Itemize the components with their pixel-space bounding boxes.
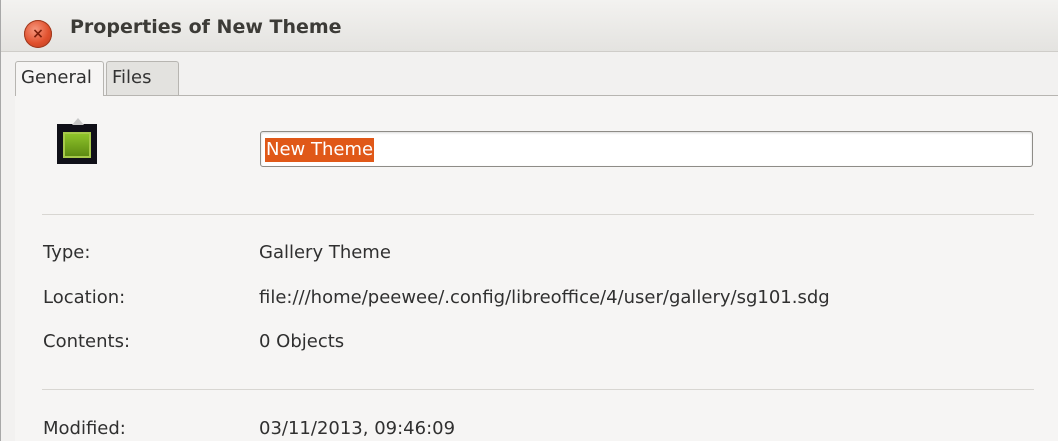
window-title: Properties of New Theme — [70, 16, 342, 38]
properties-dialog: × Properties of New Theme General Files … — [0, 0, 1058, 441]
tab-files[interactable]: Files — [106, 61, 179, 95]
location-value: file:///home/peewee/.config/libreoffice/… — [259, 287, 830, 308]
type-label: Type: — [43, 242, 91, 263]
gallery-theme-icon — [57, 118, 97, 164]
picture-frame — [63, 132, 91, 158]
separator-top — [42, 214, 1034, 215]
contents-value: 0 Objects — [259, 331, 345, 352]
separator-bottom — [42, 389, 1034, 390]
theme-name-input[interactable]: New Theme — [260, 131, 1033, 167]
title-bar: × Properties of New Theme — [1, 0, 1058, 52]
contents-label: Contents: — [43, 331, 131, 352]
type-value: Gallery Theme — [259, 242, 391, 263]
close-icon: × — [32, 26, 44, 42]
theme-name-text: New Theme — [265, 138, 375, 162]
modified-value: 03/11/2013, 09:46:09 — [259, 418, 456, 439]
tab-general[interactable]: General — [15, 61, 104, 96]
location-label: Location: — [43, 287, 126, 308]
picture-hanger — [72, 118, 84, 125]
modified-label: Modified: — [43, 418, 126, 439]
close-button[interactable]: × — [24, 20, 52, 48]
